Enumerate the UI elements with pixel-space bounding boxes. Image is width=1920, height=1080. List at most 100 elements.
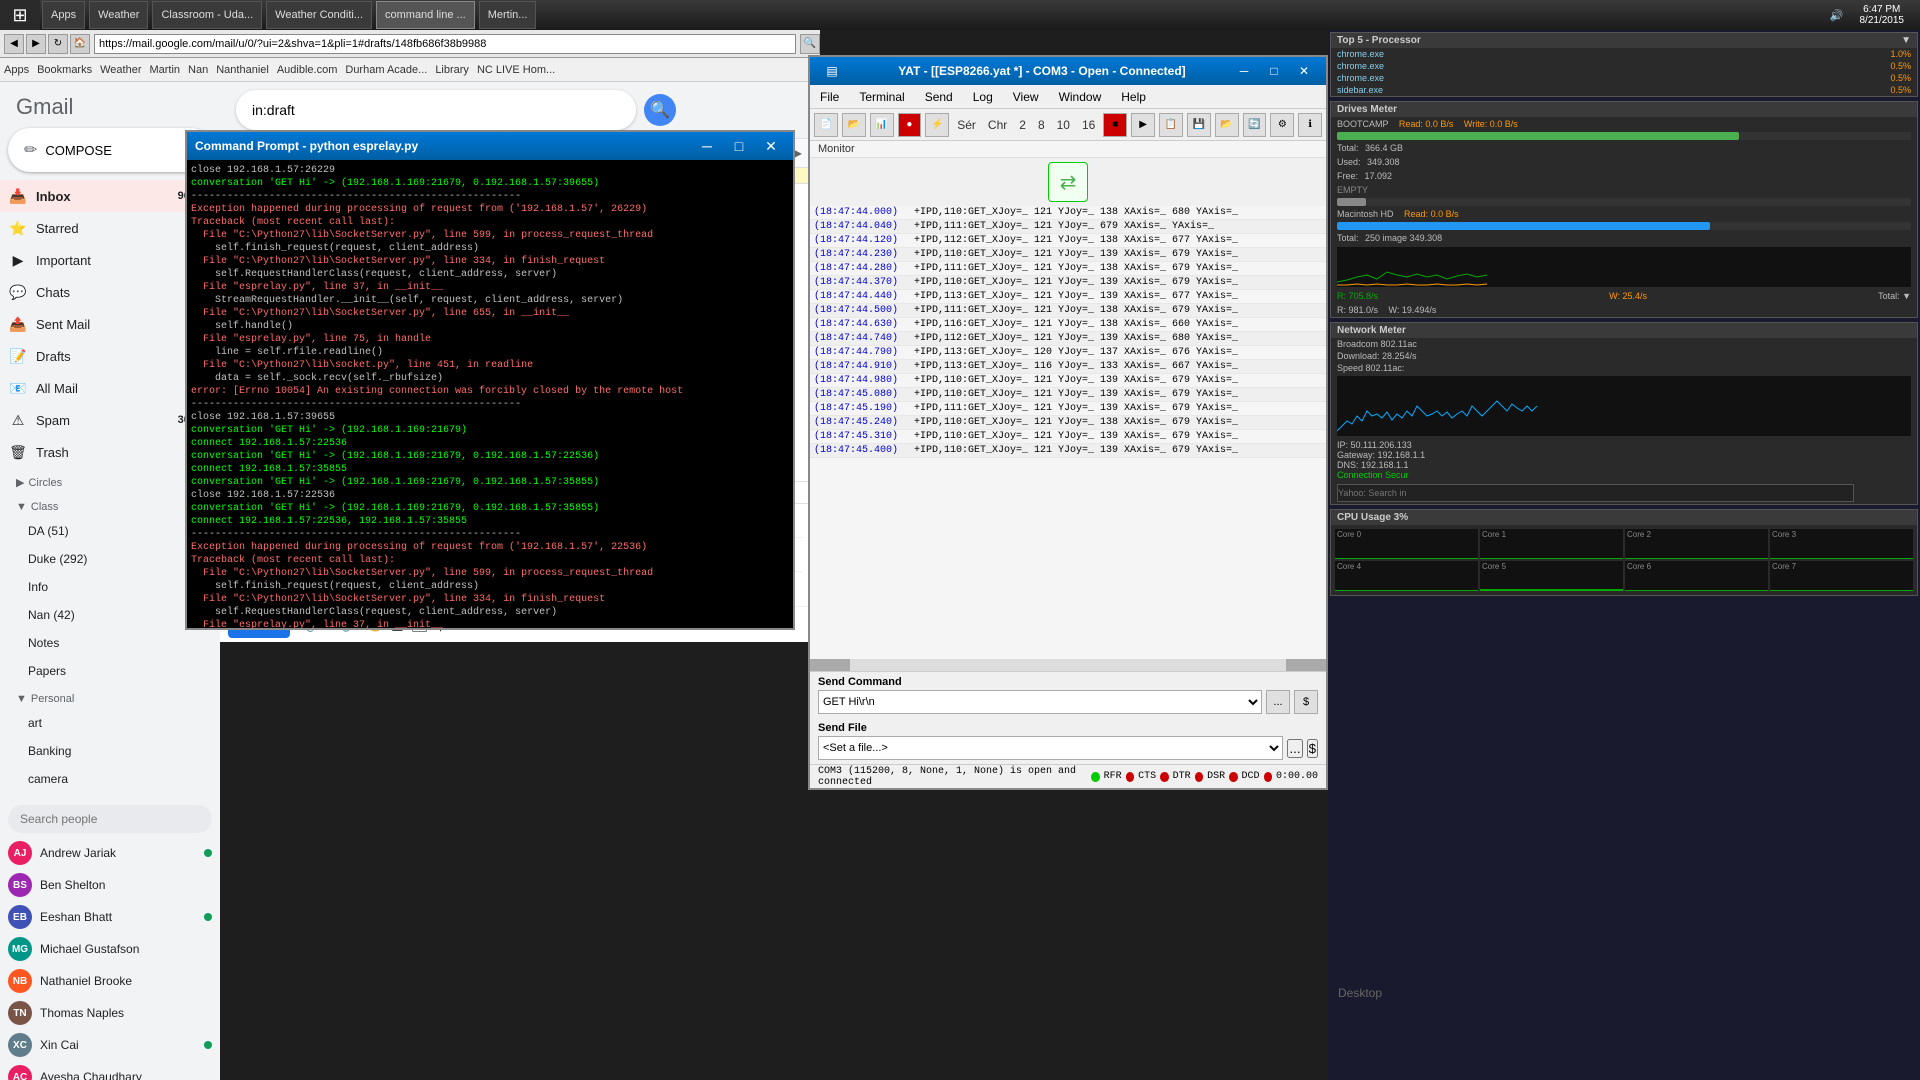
bookmark-martin[interactable]: Martin bbox=[149, 64, 180, 76]
send-command-select[interactable]: GET Hi\r\n bbox=[818, 690, 1262, 714]
sub-papers[interactable]: Papers bbox=[0, 657, 220, 685]
bookmark-audible[interactable]: Audible.com bbox=[277, 64, 338, 76]
back-button[interactable]: ◀ bbox=[4, 34, 24, 54]
contact-andrew[interactable]: AJ Andrew Jariak bbox=[0, 837, 220, 869]
tb-open2[interactable]: 📂 bbox=[1215, 113, 1239, 137]
send-file-select[interactable]: <Set a file...> bbox=[818, 736, 1283, 760]
start-button[interactable]: ⊞ bbox=[0, 0, 40, 30]
taskbar-item-classroom[interactable]: Classroom - Uda... bbox=[152, 1, 262, 29]
bookmark-apps[interactable]: Apps bbox=[4, 64, 29, 76]
section-personal[interactable]: ▼ Personal bbox=[0, 689, 220, 709]
send-command-browse-btn[interactable]: ... bbox=[1266, 690, 1290, 714]
sub-camera[interactable]: camera bbox=[0, 765, 220, 793]
cmd-maximize-button[interactable]: □ bbox=[725, 136, 753, 156]
yat-data-row: (18:47:44.790)+IPD,113:GET_XJoy=_ 120 YJ… bbox=[810, 346, 1326, 360]
search-button[interactable]: 🔍 bbox=[800, 34, 820, 54]
gmail-search-input[interactable] bbox=[236, 90, 636, 130]
menu-send[interactable]: Send bbox=[919, 88, 959, 106]
search-icon[interactable]: 🔍 bbox=[644, 94, 676, 126]
tb-copy[interactable]: 📋 bbox=[1159, 113, 1183, 137]
scroll-thumb-left[interactable] bbox=[810, 659, 850, 671]
menu-file[interactable]: File bbox=[814, 88, 845, 106]
cmd-minimize-button[interactable]: ─ bbox=[693, 136, 721, 156]
send-file-label: Send File bbox=[818, 722, 1318, 734]
bookmark-bookmarks[interactable]: Bookmarks bbox=[37, 64, 92, 76]
volume-icon[interactable]: 🔊 bbox=[1830, 9, 1844, 22]
contact-thomas[interactable]: TN Thomas Naples bbox=[0, 997, 220, 1029]
menu-terminal[interactable]: Terminal bbox=[853, 88, 910, 106]
yat-data-row: (18:47:44.280)+IPD,111:GET_XJoy=_ 121 YJ… bbox=[810, 262, 1326, 276]
network-graph-svg bbox=[1337, 376, 1911, 436]
taskbar-item-cmd[interactable]: command line ... bbox=[376, 1, 475, 29]
send-command-send-btn[interactable]: $ bbox=[1294, 690, 1318, 714]
compose-button[interactable]: ✏ COMPOSE bbox=[8, 128, 212, 172]
avatar-michael-g: MG bbox=[8, 937, 32, 961]
tb-play[interactable]: ▶ bbox=[1131, 113, 1155, 137]
home-button[interactable]: 🏠 bbox=[70, 34, 90, 54]
contact-ayesha[interactable]: AC Ayesha Chaudhary bbox=[0, 1061, 220, 1080]
refresh-button[interactable]: ↻ bbox=[48, 34, 68, 54]
taskbar-item-weather-cond[interactable]: Weather Conditi... bbox=[266, 1, 372, 29]
dcd-label: DCD bbox=[1242, 771, 1260, 782]
yat-horizontal-scrollbar[interactable] bbox=[810, 659, 1326, 671]
bookmark-nclive[interactable]: NC LIVE Hom... bbox=[477, 64, 555, 76]
tb-connect[interactable]: ⚡ bbox=[925, 113, 949, 137]
contact-ben[interactable]: BS Ben Shelton bbox=[0, 869, 220, 901]
bookmark-nan[interactable]: Nan bbox=[188, 64, 208, 76]
sub-banking[interactable]: Banking bbox=[0, 737, 220, 765]
nav-important[interactable]: ▶ Important bbox=[0, 244, 212, 276]
yat-maximize-button[interactable]: □ bbox=[1260, 61, 1288, 81]
bookmark-weather[interactable]: Weather bbox=[100, 64, 141, 76]
bookmark-nanthaniel[interactable]: Nanthaniel bbox=[216, 64, 269, 76]
tb-refresh[interactable]: 🔄 bbox=[1243, 113, 1267, 137]
url-input[interactable] bbox=[94, 34, 796, 54]
yat-refresh-button[interactable]: ⇄ bbox=[1048, 162, 1088, 202]
taskbar-item-weather[interactable]: Weather bbox=[89, 1, 148, 29]
sent-icon: 📤 bbox=[8, 316, 28, 333]
yat-close-button[interactable]: ✕ bbox=[1290, 61, 1318, 81]
contact-xin[interactable]: XC Xin Cai bbox=[0, 1029, 220, 1061]
yat-data-row: (18:47:44.230)+IPD,110:GET_XJoy=_ 121 YJ… bbox=[810, 248, 1326, 262]
tb-stop-red[interactable]: ● bbox=[898, 113, 922, 137]
sub-art[interactable]: art bbox=[0, 709, 220, 737]
nav-chats[interactable]: 💬 Chats bbox=[0, 276, 212, 308]
nav-trash[interactable]: 🗑 Trash bbox=[0, 436, 212, 468]
tb-stop[interactable]: ■ bbox=[1103, 113, 1127, 137]
cpu-core-4-bar bbox=[1335, 590, 1478, 591]
yat-monitor-area[interactable]: (18:47:44.000)+IPD,110:GET_XJoy=_ 121 YJ… bbox=[810, 206, 1326, 659]
bookmark-durham[interactable]: Durham Acade... bbox=[345, 64, 427, 76]
send-file-browse-btn[interactable]: ... bbox=[1287, 739, 1302, 758]
menu-view[interactable]: View bbox=[1007, 88, 1045, 106]
yat-system-menu-button[interactable]: ▤ bbox=[818, 61, 846, 81]
search-people-input[interactable] bbox=[8, 805, 212, 833]
forward-button[interactable]: ▶ bbox=[26, 34, 46, 54]
nav-allmail[interactable]: 📧 All Mail bbox=[0, 372, 212, 404]
nav-spam[interactable]: ⚠ Spam 307 bbox=[0, 404, 212, 436]
send-file-send-btn[interactable]: $ bbox=[1307, 739, 1318, 758]
taskbar-item-apps[interactable]: Apps bbox=[42, 1, 85, 29]
cpu-core-3-bar bbox=[1770, 558, 1913, 559]
yat-minimize-button[interactable]: ─ bbox=[1230, 61, 1258, 81]
bookmark-library[interactable]: Library bbox=[435, 64, 469, 76]
menu-help[interactable]: Help bbox=[1115, 88, 1152, 106]
contact-nathaniel[interactable]: NB Nathaniel Brooke bbox=[0, 965, 220, 997]
nav-starred[interactable]: ⭐ Starred bbox=[0, 212, 212, 244]
menu-window[interactable]: Window bbox=[1053, 88, 1108, 106]
tb-new[interactable]: 📄 bbox=[814, 113, 838, 137]
tb-open[interactable]: 📂 bbox=[842, 113, 866, 137]
tb-settings[interactable]: ⚙ bbox=[1270, 113, 1294, 137]
cmd-close-button[interactable]: ✕ bbox=[757, 136, 785, 156]
contact-michael-g[interactable]: MG Michael Gustafson bbox=[0, 933, 220, 965]
nav-inbox[interactable]: 📥 Inbox 962 bbox=[0, 180, 212, 212]
taskbar-item-mertin[interactable]: Mertin... bbox=[479, 1, 537, 29]
nav-drafts[interactable]: 📝 Drafts 1 bbox=[0, 340, 212, 372]
tb-info[interactable]: ℹ bbox=[1298, 113, 1322, 137]
tb-graph[interactable]: 📊 bbox=[870, 113, 894, 137]
menu-log[interactable]: Log bbox=[967, 88, 999, 106]
tb-save[interactable]: 💾 bbox=[1187, 113, 1211, 137]
nav-sent[interactable]: 📤 Sent Mail bbox=[0, 308, 212, 340]
contact-eeshan[interactable]: EB Eeshan Bhatt bbox=[0, 901, 220, 933]
net-search-input[interactable] bbox=[1337, 484, 1854, 502]
sub-notes[interactable]: Notes bbox=[0, 629, 220, 657]
scroll-thumb-right[interactable] bbox=[1286, 659, 1326, 671]
